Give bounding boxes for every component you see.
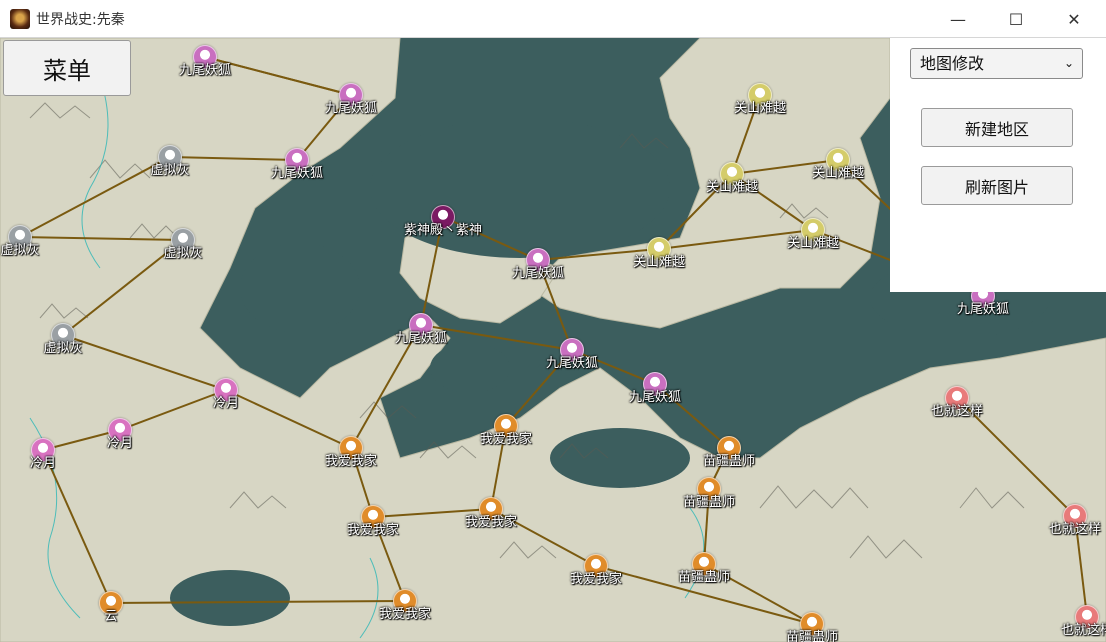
window-titlebar: 世界战史:先秦 — ☐ ✕ (0, 0, 1106, 38)
region-label: 冷月 (212, 396, 240, 411)
region-label: 九尾妖狐 (270, 166, 324, 181)
region-label: 冷月 (29, 456, 57, 471)
region-label: 也就这样 (930, 404, 984, 419)
region-label: 虚拟灰 (163, 246, 203, 261)
maximize-button[interactable]: ☐ (987, 0, 1045, 38)
region-label: 紫神殿丶紫神 (403, 223, 483, 238)
region-label: 九尾妖狐 (956, 302, 1010, 317)
region-label: 九尾妖狐 (324, 101, 378, 116)
region-label: 也就这样 (1060, 623, 1106, 638)
region-label: 云 (104, 609, 118, 624)
close-button[interactable]: ✕ (1045, 0, 1103, 38)
new-region-button[interactable]: 新建地区 (921, 108, 1073, 147)
region-label: 九尾妖狐 (511, 266, 565, 281)
region-label: 关山难越 (786, 236, 840, 251)
region-label: 九尾妖狐 (394, 331, 448, 346)
region-label: 关山难越 (733, 101, 787, 116)
region-label: 我爱我家 (324, 454, 378, 469)
region-label: 虚拟灰 (0, 243, 40, 258)
menu-button[interactable]: 菜单 (3, 40, 131, 96)
region-label: 关山难越 (811, 166, 865, 181)
region-label: 我爱我家 (464, 515, 518, 530)
region-label: 九尾妖狐 (545, 356, 599, 371)
chevron-down-icon: ⌄ (1063, 56, 1074, 70)
refresh-image-button[interactable]: 刷新图片 (921, 166, 1073, 205)
mode-select-value: 地图修改 (920, 54, 985, 73)
region-label: 我爱我家 (378, 607, 432, 622)
region-label: 也就这样 (1048, 522, 1102, 537)
region-label: 九尾妖狐 (178, 63, 232, 78)
region-label: 虚拟灰 (43, 341, 83, 356)
region-label: 关山难越 (632, 255, 686, 270)
region-label: 苗疆蛊师 (702, 454, 756, 469)
region-label: 苗疆蛊师 (682, 495, 736, 510)
region-label: 苗疆蛊师 (785, 630, 839, 642)
region-label: 我爱我家 (346, 523, 400, 538)
app-icon (10, 9, 30, 29)
region-label: 冷月 (106, 436, 134, 451)
region-label: 关山难越 (705, 180, 759, 195)
region-label: 九尾妖狐 (628, 390, 682, 405)
region-label: 我爱我家 (569, 572, 623, 587)
minimize-button[interactable]: — (929, 0, 987, 38)
region-label: 苗疆蛊师 (677, 570, 731, 585)
region-label: 我爱我家 (479, 432, 533, 447)
region-label: 虚拟灰 (150, 163, 190, 178)
mode-select[interactable]: 地图修改 ⌄ (910, 48, 1083, 79)
window-title: 世界战史:先秦 (36, 12, 125, 28)
control-panel: 地图修改 ⌄ 新建地区 刷新图片 (890, 38, 1106, 292)
